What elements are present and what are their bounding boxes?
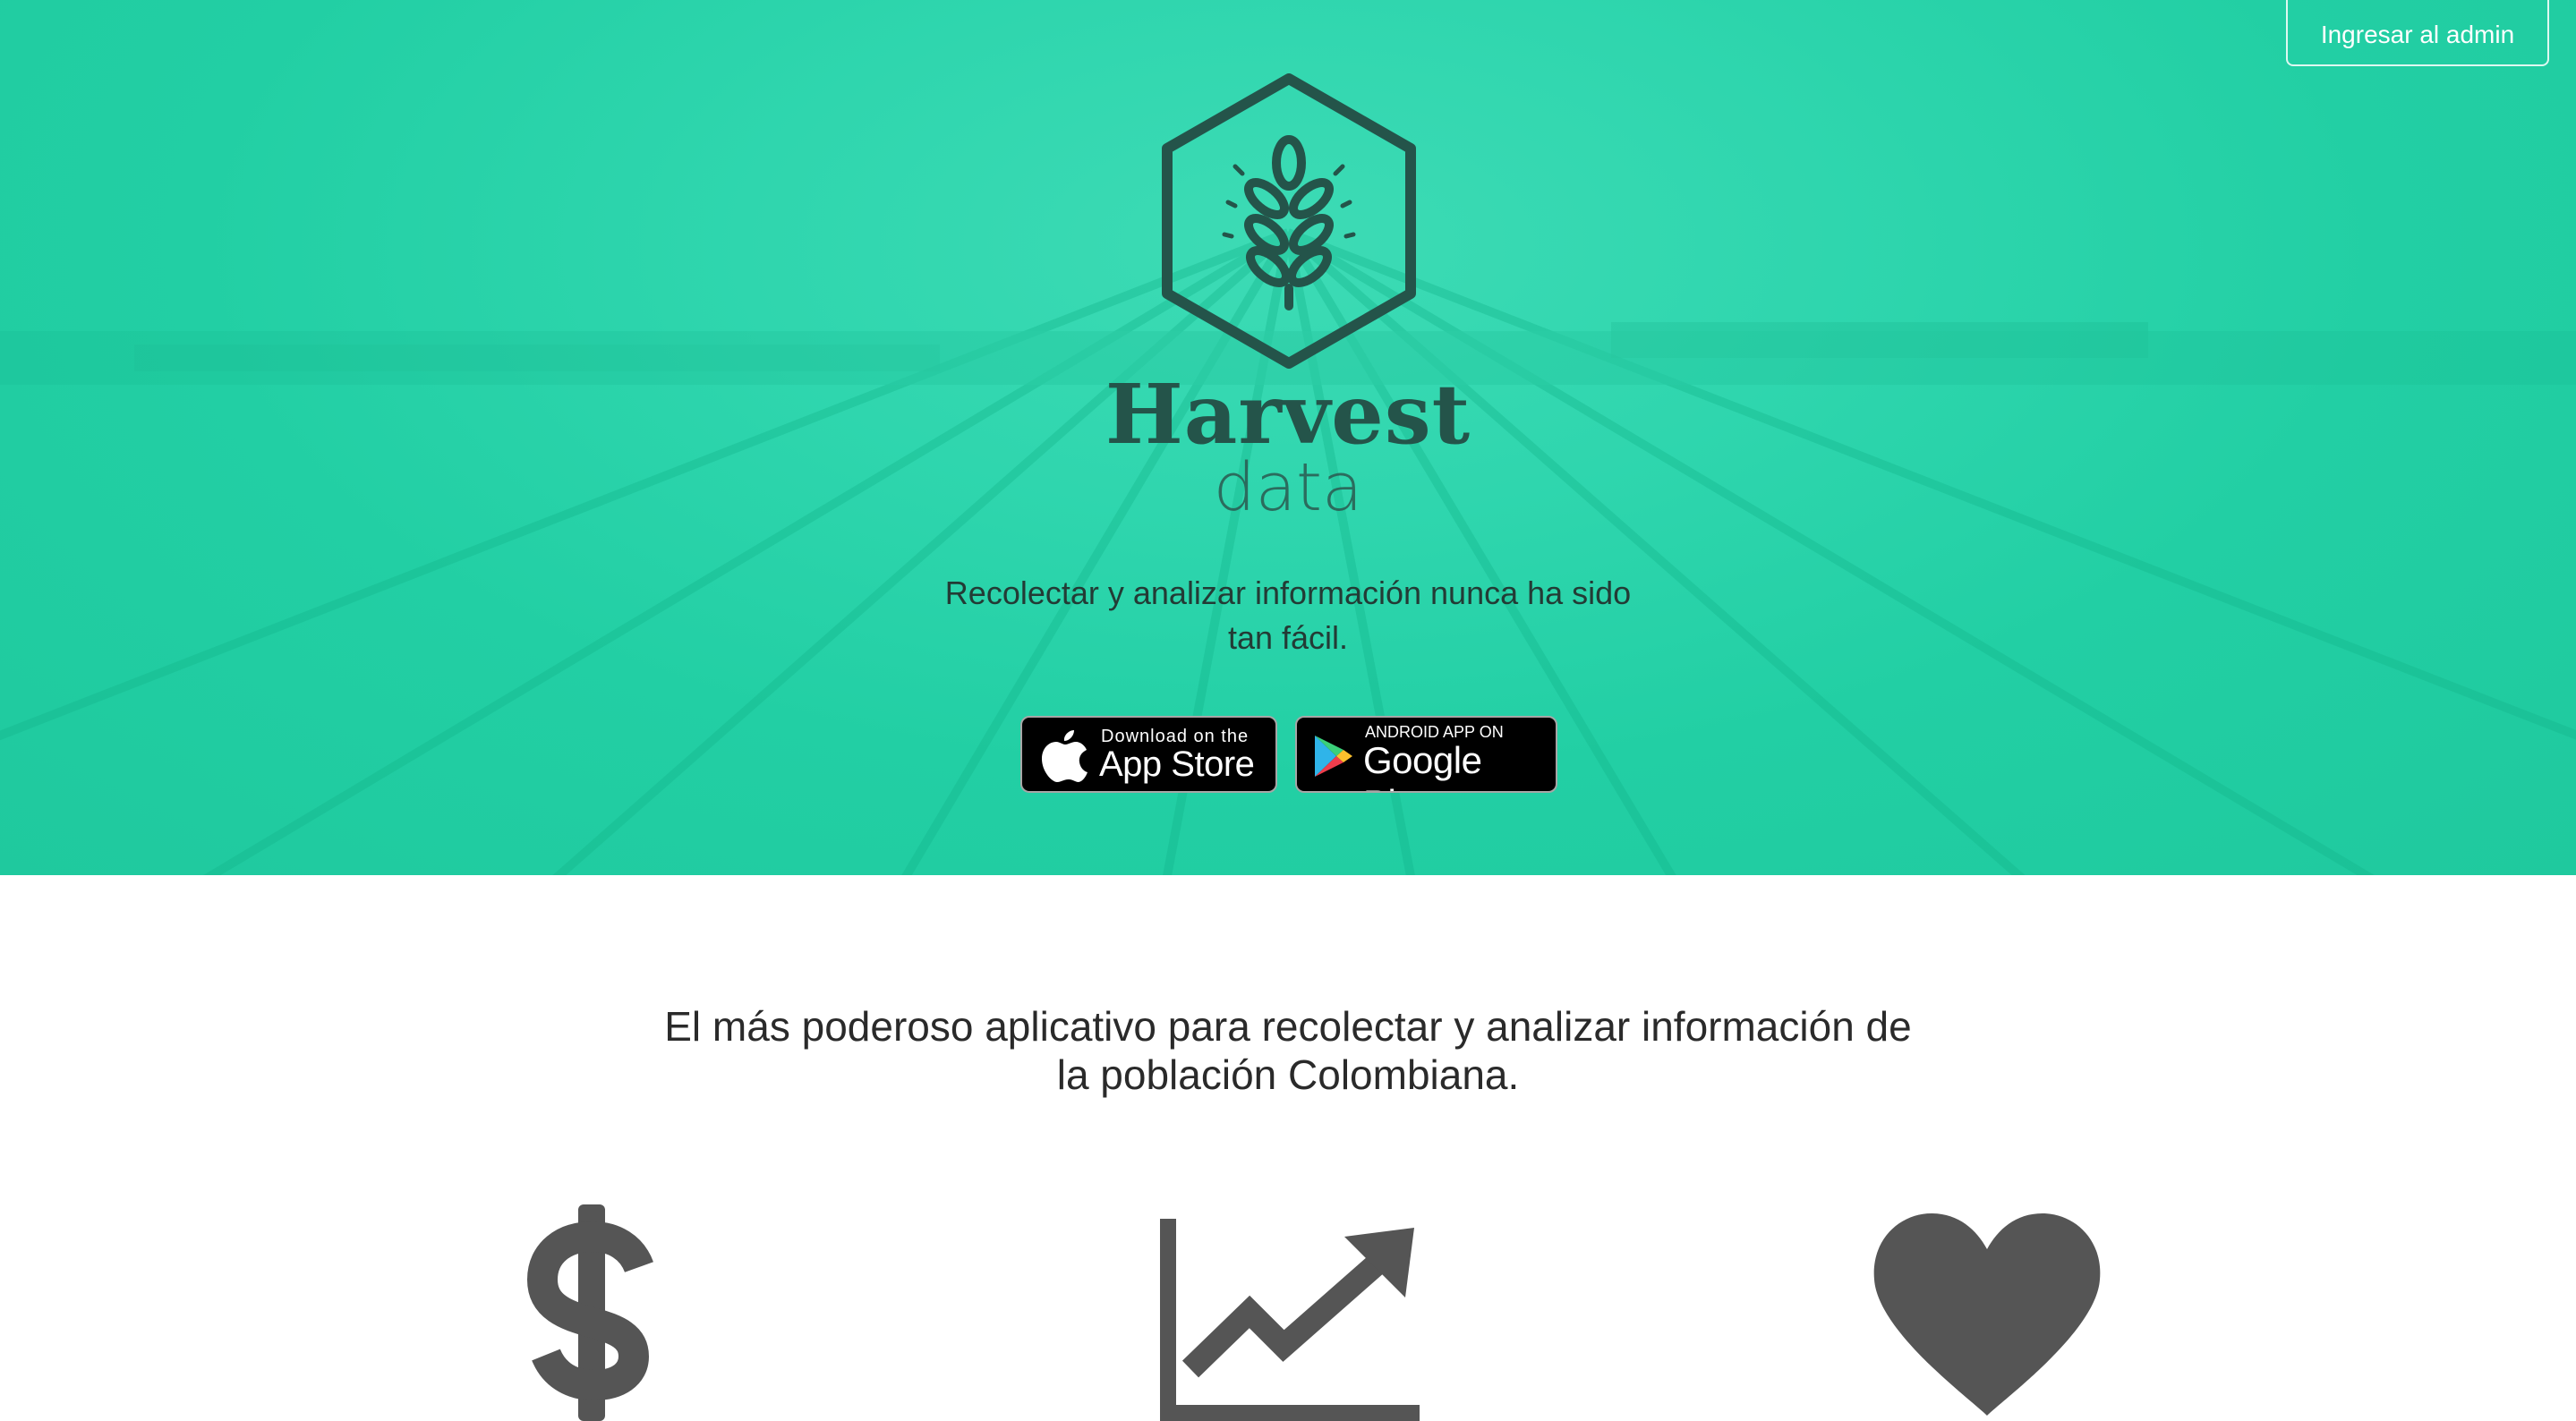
googleplay-big-label: Google Play bbox=[1363, 739, 1482, 791]
tagline-line-1: Recolectar y analizar información nunca … bbox=[944, 574, 1632, 611]
dollar-icon bbox=[526, 1204, 653, 1421]
hero-tagline: Recolectar y analizar información nunca … bbox=[930, 571, 1646, 660]
heart-icon bbox=[1873, 1213, 2101, 1416]
google-play-button[interactable]: ANDROID APP ON Google Play bbox=[1295, 716, 1557, 793]
harvest-wheat-logo-icon bbox=[1162, 73, 1416, 369]
admin-login-button[interactable]: Ingresar al admin bbox=[2286, 0, 2549, 66]
apple-icon bbox=[1042, 730, 1088, 782]
hero-section: Ingresar al admin Harvest data Recolecta… bbox=[0, 0, 2576, 875]
trending-up-chart-icon bbox=[1160, 1219, 1420, 1421]
app-store-button[interactable]: Download on the App Store bbox=[1020, 716, 1277, 793]
headline-line-1: El más poderoso aplicativo para recolect… bbox=[664, 1003, 1912, 1050]
landing-page: Ingresar al admin Harvest data Recolecta… bbox=[0, 0, 2576, 1421]
tagline-line-2: tan fácil. bbox=[1227, 619, 1349, 656]
google-play-icon bbox=[1315, 736, 1352, 777]
headline-line-2: la población Colombiana. bbox=[1056, 1051, 1520, 1098]
appstore-big-label: App Store bbox=[1099, 745, 1255, 784]
brand-subtitle: data bbox=[1213, 449, 1363, 526]
features-headline: El más poderoso aplicativo para recolect… bbox=[572, 1002, 2004, 1099]
